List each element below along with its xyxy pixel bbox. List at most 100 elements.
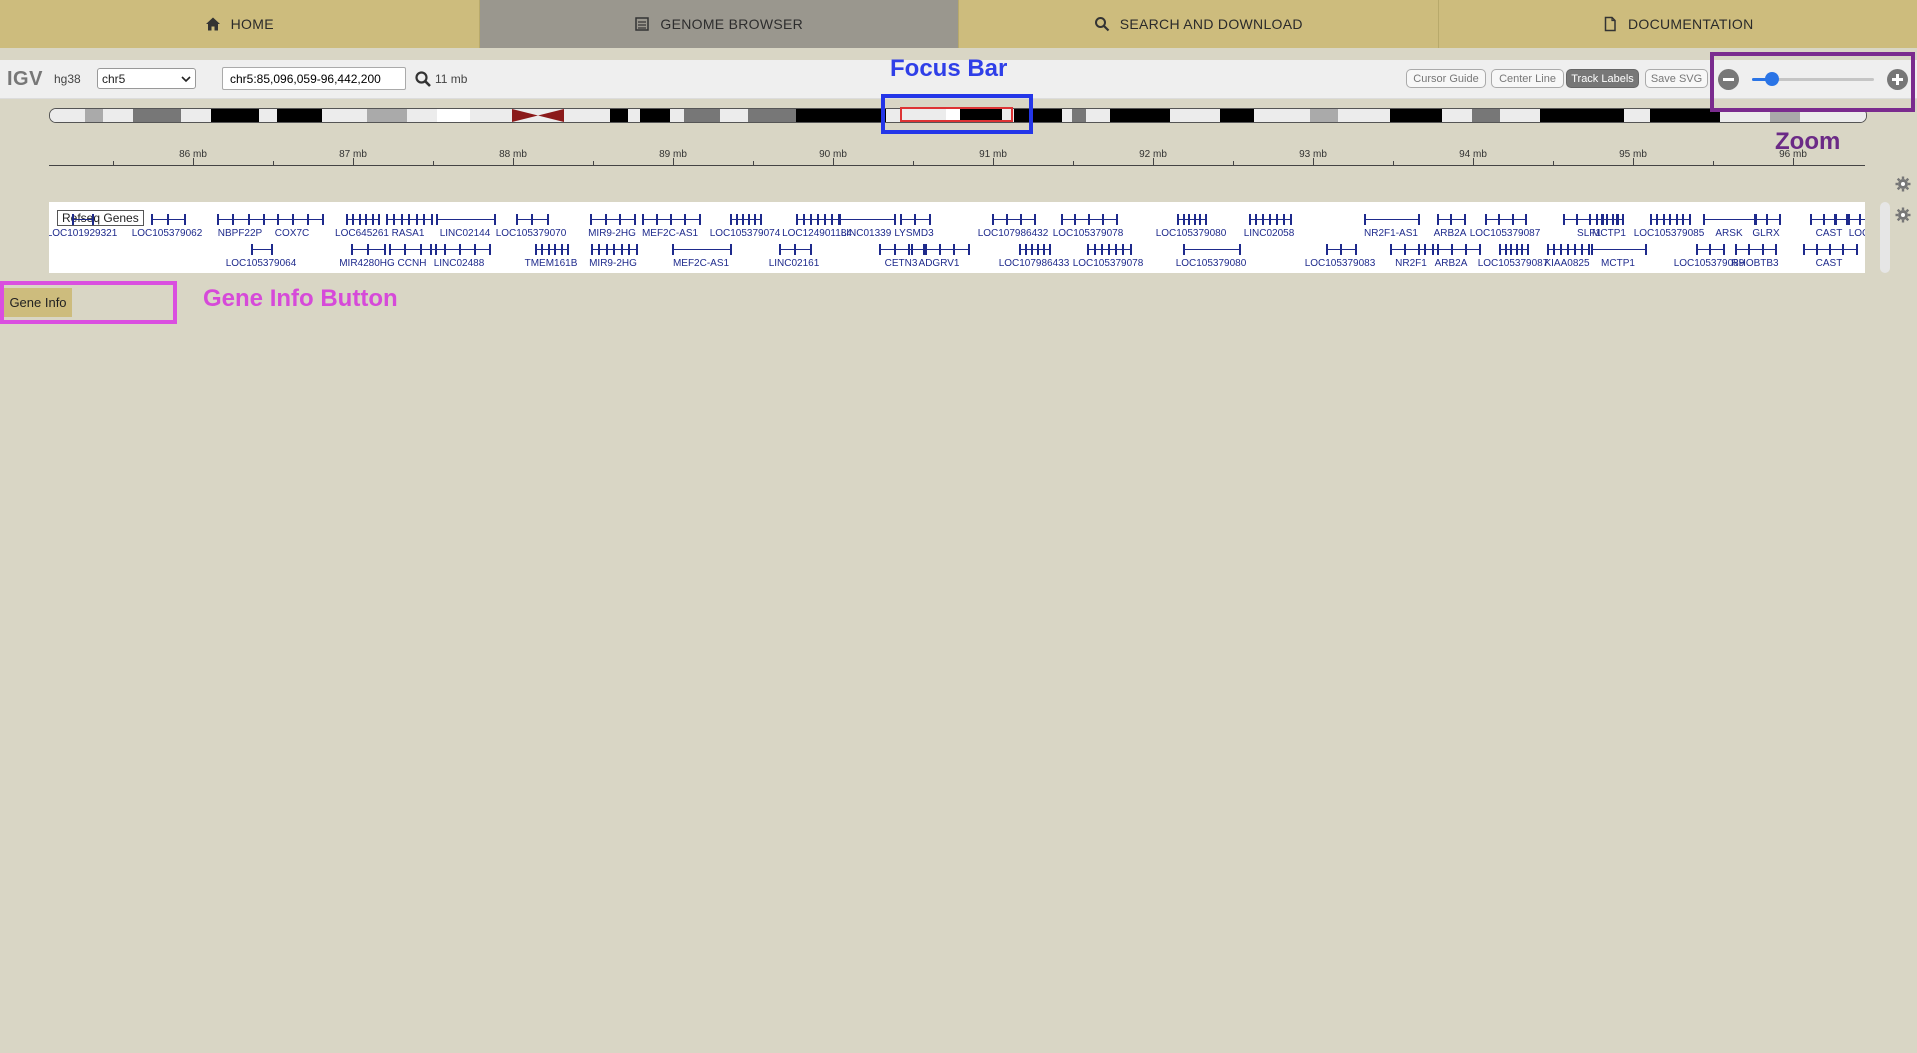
gene-exon [1688,214,1691,225]
gene-label[interactable]: LOC105379064 [226,258,297,269]
gene-exon [72,214,74,225]
gene-label[interactable]: ARB2A [1434,228,1467,239]
gene-feature[interactable] [217,219,263,220]
gene-label[interactable]: LINC02144 [440,228,491,239]
gene-label[interactable]: LOC101929321 [49,228,117,239]
gene-label[interactable]: LOC105379078 [1073,258,1144,269]
cursor-guide-button[interactable]: Cursor Guide [1406,69,1486,88]
gene-feature[interactable] [672,249,730,250]
gene-label[interactable]: LOC105379085 [1634,228,1705,239]
tab-home[interactable]: HOME [0,0,480,48]
gene-exon [1587,244,1590,255]
gene-label[interactable]: LOC105379087 [1478,258,1549,269]
gene-label[interactable]: LOC105379070 [496,228,567,239]
gene-label[interactable]: LYSMD3 [894,228,933,239]
gene-label[interactable]: MCTP1 [1601,258,1635,269]
gene-exon [1822,214,1825,225]
gene-feature[interactable] [992,219,1034,220]
ruler-tick-label: 89 mb [659,149,687,160]
gene-label[interactable]: LOC105379080 [1176,258,1247,269]
gene-exon [1515,244,1518,255]
gene-feature[interactable] [251,249,271,250]
ruler-tick-label: 95 mb [1619,149,1647,160]
gene-label[interactable]: CAST [1816,228,1843,239]
gene-feature[interactable] [1703,219,1755,220]
gene-exon [899,214,902,225]
track-scrollbar[interactable] [1880,202,1890,273]
gene-feature[interactable] [436,219,494,220]
ruler-minor-tick [593,161,594,165]
gene-label[interactable]: COX7C [275,228,309,239]
gene-label[interactable]: RASA1 [392,228,425,239]
gene-label[interactable]: CCNH [398,258,427,269]
gene-label[interactable]: NR2F1-AS1 [1364,228,1418,239]
gene-label[interactable]: LINC02161 [769,258,820,269]
gene-label[interactable]: NR2F1 [1395,258,1427,269]
locus-search-icon[interactable] [414,70,432,88]
gene-label[interactable]: GLRX [1752,228,1779,239]
gene-exon [1589,214,1591,225]
gene-label[interactable]: LOC105379078 [1053,228,1124,239]
ideogram-band [1540,109,1624,122]
gene-feature[interactable] [590,219,634,220]
gene-label[interactable]: MCTP1 [1592,228,1626,239]
gear-icon[interactable] [1895,207,1911,223]
gene-label[interactable]: ARSK [1715,228,1742,239]
gene-exon [346,214,348,225]
gene-label[interactable]: CETN3 [885,258,918,269]
gene-label[interactable]: MEF2C-AS1 [673,258,729,269]
track-labels-button[interactable]: Track Labels [1566,69,1639,88]
gene-feature[interactable] [838,219,894,220]
gene-label[interactable]: CAST [1816,258,1843,269]
gene-label[interactable]: RHOBTB3 [1731,258,1778,269]
gene-exon [430,214,433,225]
gene-label[interactable]: TMEM161B [525,258,578,269]
gene-exon [1255,214,1258,225]
save-svg-button[interactable]: Save SVG [1645,69,1708,88]
gene-label[interactable]: ARB2A [1435,258,1468,269]
gene-label[interactable]: LOC [1849,228,1865,239]
gene-label[interactable]: LOC105379062 [132,228,203,239]
gene-exon [1037,244,1039,255]
gene-label[interactable]: MIR9-2HG [589,258,637,269]
tab-genome-browser[interactable]: GENOME BROWSER [479,0,959,48]
gene-label[interactable]: LOC645261 [335,228,389,239]
gene-label[interactable]: LOC105379087 [1470,228,1541,239]
gene-exon [1815,244,1818,255]
locus-input[interactable] [222,67,406,90]
ideogram-band [1220,109,1254,122]
gene-label[interactable]: MEF2C-AS1 [642,228,698,239]
center-line-button[interactable]: Center Line [1491,69,1564,88]
gene-label[interactable]: LOC107986433 [999,258,1070,269]
gene-label[interactable]: LOC105379083 [1305,258,1376,269]
tab-documentation[interactable]: DOCUMENTATION [1439,0,1917,48]
gene-exon [567,244,569,255]
gene-feature[interactable] [389,249,435,250]
gene-feature[interactable] [1591,249,1645,250]
gene-label[interactable]: NBPF22P [218,228,262,239]
refseq-genes-track[interactable]: Refseq Genes LOC101929321 LOC105379062 NBP… [49,202,1865,273]
gene-exon [1573,244,1576,255]
gene-label[interactable]: LOC105379074 [710,228,781,239]
gene-label[interactable]: MIR4280HG [339,258,395,269]
gene-feature[interactable] [1735,249,1775,250]
gene-feature[interactable] [1485,219,1525,220]
gene-label[interactable]: ADGRV1 [919,258,960,269]
chromosome-select[interactable]: chr5 [97,68,196,89]
gene-label[interactable]: LINC02058 [1244,228,1295,239]
gene-label[interactable]: LOC105379080 [1156,228,1227,239]
gene-label[interactable]: MIR9-2HG [588,228,636,239]
gene-feature[interactable] [72,219,92,220]
gene-exon [817,214,819,225]
gene-feature[interactable] [1364,219,1418,220]
gene-exon [1049,244,1051,255]
tab-search-and-download[interactable]: SEARCH AND DOWNLOAD [959,0,1439,48]
gene-label[interactable]: LINC02488 [434,258,485,269]
gene-label[interactable]: KIAA0825 [1544,258,1589,269]
gene-label[interactable]: LINC01339 [841,228,892,239]
gene-label[interactable]: LOC107986432 [978,228,1049,239]
gene-exon [150,214,153,225]
gene-feature[interactable] [1183,249,1239,250]
gene-exon [436,214,438,225]
gear-icon[interactable] [1895,176,1911,192]
